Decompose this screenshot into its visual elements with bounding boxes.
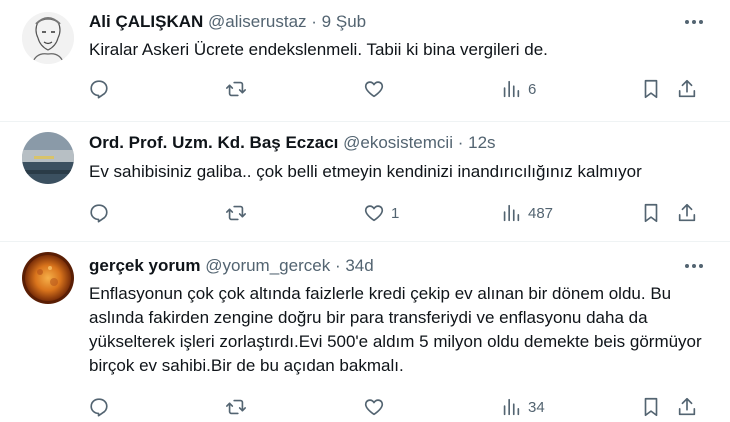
share-icon [678, 203, 696, 222]
bookmark-button[interactable] [640, 392, 662, 422]
views-button[interactable]: 6 [500, 74, 536, 104]
reply-button[interactable] [88, 74, 110, 104]
tweet-header: gerçek yorum @yorum_gercek · 34d [89, 256, 374, 276]
views-button[interactable]: 34 [500, 392, 545, 422]
action-bar: 6 [80, 74, 710, 104]
display-name[interactable]: Ord. Prof. Uzm. Kd. Baş Eczacı [89, 133, 338, 152]
bookmark-button[interactable] [640, 198, 662, 228]
avatar[interactable] [22, 12, 74, 64]
reply-icon [90, 80, 108, 99]
orange-sun-avatar [22, 252, 74, 304]
timestamp[interactable]: 9 Şub [322, 12, 366, 31]
more-options-button[interactable] [680, 256, 708, 276]
tweet-header: Ali ÇALIŞKAN @aliserustaz · 9 Şub [89, 12, 366, 32]
views-chart-icon [503, 204, 520, 222]
retweet-icon [226, 205, 246, 221]
tweet[interactable]: gerçek yorum @yorum_gercek · 34d Enflasy… [0, 242, 730, 420]
separator-dot: · [334, 256, 341, 275]
user-handle[interactable]: @ekosistemcii [343, 133, 453, 152]
heart-icon [364, 81, 384, 98]
like-button[interactable]: 1 [363, 198, 399, 228]
retweet-button[interactable] [225, 392, 247, 422]
action-bar: 34 [80, 392, 710, 422]
share-button[interactable] [676, 392, 698, 422]
tweet-text: Kiralar Askeri Ücrete endekslenmeli. Tab… [89, 40, 548, 59]
tweet-text: Enflasyonun çok çok altında faizlerle kr… [89, 284, 702, 375]
share-button[interactable] [676, 198, 698, 228]
like-button[interactable] [363, 392, 391, 422]
sketch-portrait-avatar [22, 12, 74, 64]
share-button[interactable] [676, 74, 698, 104]
tweet-header: Ord. Prof. Uzm. Kd. Baş Eczacı @ekosiste… [89, 133, 496, 153]
display-name[interactable]: gerçek yorum [89, 256, 201, 275]
views-chart-icon [503, 398, 520, 416]
more-icon [685, 264, 703, 268]
sea-landscape-avatar [22, 132, 74, 184]
bookmark-icon [644, 79, 658, 99]
tweet-text: Ev sahibisiniz galiba.. çok belli etmeyi… [89, 162, 642, 181]
retweet-button[interactable] [225, 74, 247, 104]
heart-icon [364, 399, 384, 416]
reply-button[interactable] [88, 392, 110, 422]
user-handle[interactable]: @yorum_gercek [205, 256, 330, 275]
retweet-icon [226, 399, 246, 415]
reply-icon [90, 398, 108, 417]
bookmark-button[interactable] [640, 74, 662, 104]
share-icon [678, 79, 696, 98]
bookmark-icon [644, 203, 658, 223]
action-bar: 1 487 [80, 198, 710, 228]
heart-icon [364, 205, 384, 222]
views-button[interactable]: 487 [500, 198, 553, 228]
separator-dot: · [311, 12, 317, 31]
timestamp[interactable]: 34d [345, 256, 373, 275]
retweet-button[interactable] [225, 198, 247, 228]
reply-button[interactable] [88, 198, 110, 228]
retweet-icon [226, 81, 246, 97]
views-count: 6 [528, 80, 537, 98]
avatar[interactable] [22, 132, 74, 184]
reply-icon [90, 204, 108, 223]
views-count: 34 [528, 398, 545, 416]
bookmark-icon [644, 397, 658, 417]
user-handle[interactable]: @aliserustaz [208, 12, 307, 31]
display-name[interactable]: Ali ÇALIŞKAN [89, 12, 203, 31]
views-count: 487 [528, 204, 554, 222]
avatar[interactable] [22, 252, 74, 304]
more-options-button[interactable] [680, 12, 708, 32]
tweet[interactable]: Ali ÇALIŞKAN @aliserustaz · 9 Şub Kirala… [0, 0, 730, 122]
like-button[interactable] [363, 74, 391, 104]
views-chart-icon [503, 80, 520, 98]
separator-dot: · [457, 133, 464, 152]
more-icon [685, 20, 703, 24]
tweet[interactable]: Ord. Prof. Uzm. Kd. Baş Eczacı @ekosiste… [0, 122, 730, 242]
timestamp[interactable]: 12s [468, 133, 495, 152]
share-icon [678, 397, 696, 416]
like-count: 1 [391, 204, 400, 222]
